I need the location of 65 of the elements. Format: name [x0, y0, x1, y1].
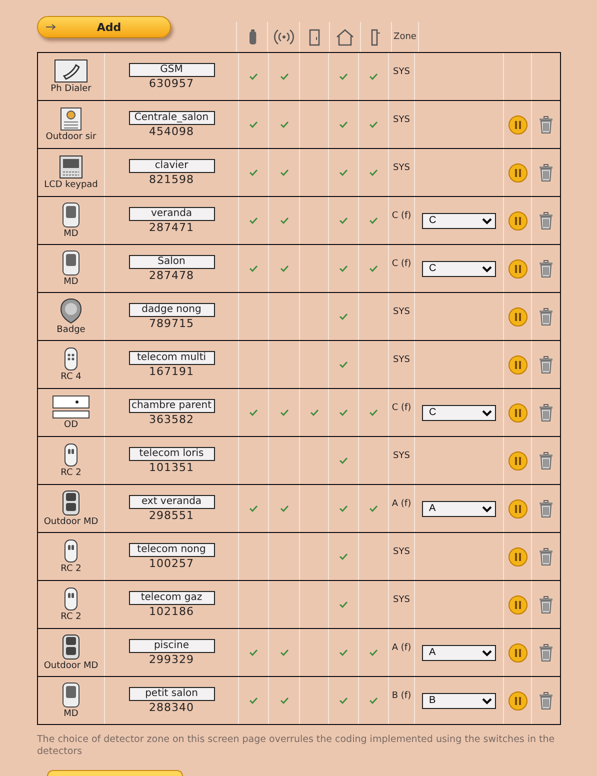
column-header: Zone: [394, 32, 416, 42]
device-type: RC 4: [60, 372, 82, 382]
zone-label: C (f): [392, 403, 412, 413]
zone-select[interactable]: C: [422, 404, 496, 420]
device-code: 102186: [149, 605, 194, 618]
device-code: 363582: [149, 413, 194, 426]
zone-label: A (f): [392, 499, 412, 509]
device-code: 100257: [149, 557, 194, 570]
name-field[interactable]: telecom loris: [128, 447, 214, 461]
footnote: The choice of detector zone on this screen page overrules the coding implemented using the switches in the detectors: [37, 734, 556, 758]
name-field[interactable]: Salon: [128, 255, 214, 269]
device-code: 454098: [149, 125, 194, 138]
device-type: MD: [64, 709, 78, 719]
device-code: 298551: [149, 509, 194, 522]
zone-select[interactable]: C: [422, 212, 496, 228]
device-code: 287478: [149, 269, 194, 282]
device-type: Badge: [56, 325, 86, 335]
device-code: 821598: [149, 173, 194, 186]
zone-select[interactable]: A: [422, 644, 496, 660]
device-type: LCD keypad: [44, 180, 98, 190]
device-type: Outdoor MD: [44, 661, 98, 671]
name-field[interactable]: clavier: [128, 159, 214, 173]
name-field[interactable]: telecom multi: [128, 351, 214, 365]
zone-label: SYS: [393, 307, 410, 317]
device-code: 789715: [149, 317, 194, 330]
name-field[interactable]: piscine: [128, 639, 214, 653]
device-code: 288340: [149, 701, 194, 714]
name-field[interactable]: dadge nong: [128, 303, 214, 317]
zone-label: SYS: [393, 355, 410, 365]
zone-select[interactable]: C: [422, 260, 496, 276]
device-type: MD: [64, 229, 78, 239]
device-code: 167191: [149, 365, 194, 378]
device-type: MD: [64, 277, 78, 287]
device-type: RC 2: [60, 468, 82, 478]
zone-label: SYS: [393, 67, 410, 77]
device-type: OD: [64, 420, 78, 430]
name-field[interactable]: petit salon: [128, 687, 214, 701]
zone-select[interactable]: B: [422, 692, 496, 708]
name-field[interactable]: Centrale_salon: [128, 111, 214, 125]
device-type: RC 2: [60, 564, 82, 574]
zone-label: A (f): [392, 643, 412, 653]
zone-label: C (f): [392, 259, 412, 269]
device-type: RC 2: [60, 612, 82, 622]
device-code: 101351: [149, 461, 194, 474]
device-type: Ph Dialer: [50, 84, 92, 94]
zone-label: SYS: [393, 595, 410, 605]
name-field[interactable]: chambre parent: [128, 399, 214, 413]
device-type: Outdoor MD: [44, 517, 98, 527]
name-field[interactable]: telecom nong: [128, 543, 214, 557]
device-code: 630957: [149, 77, 194, 90]
zone-label: SYS: [393, 115, 410, 125]
zone-label: C (f): [392, 211, 412, 221]
zone-label: SYS: [393, 451, 410, 461]
device-code: 287471: [149, 221, 194, 234]
device-type: Outdoor sir: [46, 132, 96, 142]
name-field[interactable]: ext veranda: [128, 495, 214, 509]
zone-label: B (f): [392, 691, 412, 701]
add-button[interactable]: Add: [37, 16, 171, 38]
name-field[interactable]: GSM: [128, 63, 214, 77]
name-field[interactable]: veranda: [128, 207, 214, 221]
zone-label: SYS: [393, 547, 410, 557]
zone-select[interactable]: A: [422, 500, 496, 516]
name-field[interactable]: telecom gaz: [128, 591, 214, 605]
device-code: 299329: [149, 653, 194, 666]
zone-label: SYS: [393, 163, 410, 173]
